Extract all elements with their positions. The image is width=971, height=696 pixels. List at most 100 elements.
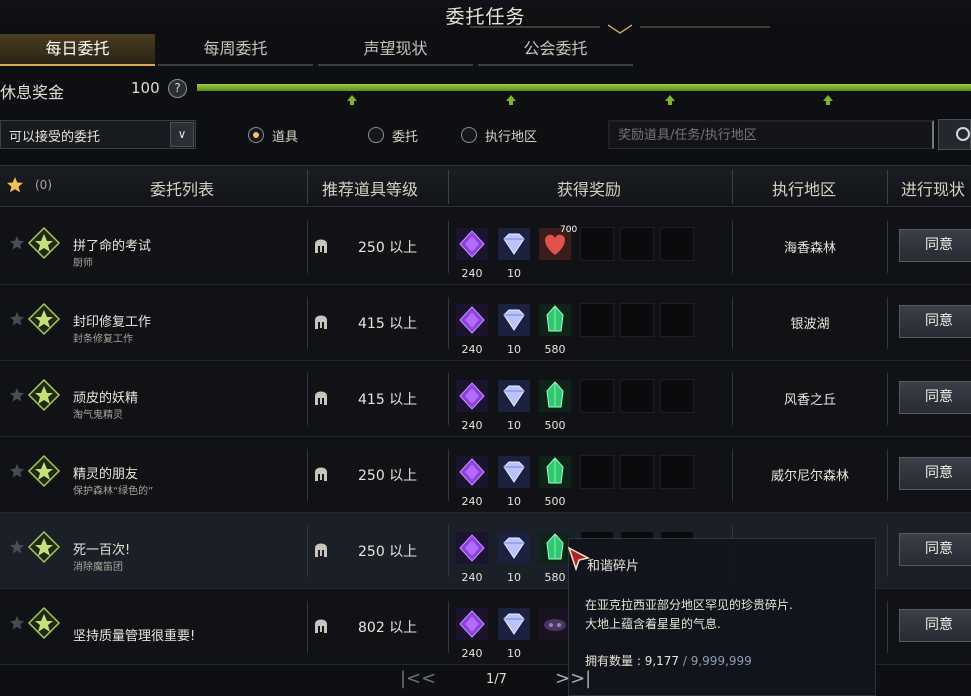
accept-button[interactable]: 同意 (899, 305, 971, 338)
reward-count: 500 (544, 495, 566, 508)
up-arrow-icon (347, 95, 357, 105)
quest-emblem-icon (27, 606, 61, 640)
radio-dot[interactable] (368, 127, 384, 143)
quest-emblem-icon (27, 378, 61, 412)
table-row[interactable]: 拼了命的考试 厨师 250 以上 240 10 700 海香森林 同意 (0, 209, 971, 285)
purple-gem-icon[interactable] (455, 455, 489, 489)
tab-weekly[interactable]: 每周委托 (158, 34, 313, 66)
empty-reward-slot (660, 227, 694, 261)
radio-label: 委托 (392, 130, 419, 145)
first-page-button[interactable]: |<< (400, 668, 436, 689)
radio-dot[interactable] (248, 127, 264, 143)
table-row[interactable]: 顽皮的妖精 淘气鬼精灵 415 以上 240 10 500 风香之丘 同意 (0, 361, 971, 437)
row-divider (732, 221, 733, 273)
reward-count: 10 (507, 343, 521, 356)
purple-gem-icon[interactable] (455, 379, 489, 413)
table-row[interactable]: 封印修复工作 封条修复工作 415 以上 240 10 580 银波湖 同意 (0, 285, 971, 361)
up-arrow-icon (665, 95, 675, 105)
rest-bonus-value: 100 (131, 79, 160, 97)
region-name: 银波湖 (790, 317, 830, 332)
favorite-star-icon[interactable] (9, 311, 25, 327)
reward-count: 240 (461, 495, 483, 508)
diamond-icon[interactable] (497, 227, 531, 261)
favorite-star-icon[interactable] (9, 539, 25, 555)
region-name: 海香森林 (783, 241, 836, 256)
accept-button[interactable]: 同意 (899, 381, 971, 414)
purple-gem-icon[interactable] (455, 303, 489, 337)
diamond-icon[interactable] (497, 531, 531, 565)
table-row[interactable]: 精灵的朋友 保护森林“绿色的” 250 以上 240 10 500 威尔尼尔森林 同意 (0, 437, 971, 513)
tab-guild[interactable]: 公会委托 (478, 34, 633, 66)
diamond-icon[interactable] (497, 607, 531, 641)
diamond-icon[interactable] (497, 455, 531, 489)
reward-count: 240 (461, 267, 483, 280)
empty-reward-slot (620, 227, 654, 261)
quest-subtitle: 保护森林“绿色的” (73, 486, 154, 497)
tab-reputation[interactable]: 声望现状 (318, 34, 473, 66)
crystal-icon[interactable] (538, 303, 572, 337)
tab-daily[interactable]: 每日委托 (0, 34, 155, 66)
diamond-icon[interactable] (497, 379, 531, 413)
rest-bonus-track (197, 84, 971, 91)
purple-gem-icon[interactable] (455, 531, 489, 565)
recommended-level: 415 以上 (358, 392, 418, 408)
empty-reward-slot (580, 455, 614, 489)
favorite-star-icon[interactable] (9, 387, 25, 403)
reward-badge: 700 (560, 225, 578, 235)
reward-count: 240 (461, 647, 483, 660)
helmet-icon (313, 463, 329, 483)
quest-filter-dropdown[interactable]: 可以接受的委托 ∨ (0, 120, 196, 149)
quest-title: 封印修复工作 (73, 315, 152, 330)
reward-count: 580 (544, 343, 566, 356)
crystal-icon[interactable] (538, 379, 572, 413)
next-page-button[interactable]: >>| (555, 668, 591, 689)
radio-dot[interactable] (461, 127, 477, 143)
row-divider (448, 449, 449, 501)
quest-emblem-icon (27, 530, 61, 564)
favorite-star-icon[interactable] (9, 235, 25, 251)
filter-bar: 可以接受的委托 ∨ 道具 委托 执行地区 (0, 118, 971, 150)
quest-emblem-icon (27, 454, 61, 488)
row-divider (887, 601, 888, 653)
header-divider (448, 170, 449, 204)
favorite-star-icon[interactable] (9, 615, 25, 631)
tooltip-description: 在亚克拉西亚部分地区罕见的珍贵碎片. (585, 598, 793, 612)
chevron-down-icon[interactable]: ∨ (170, 122, 194, 147)
accept-button[interactable]: 同意 (899, 229, 971, 262)
diamond-icon[interactable] (497, 303, 531, 337)
accept-button[interactable]: 同意 (899, 457, 971, 490)
crystal-icon[interactable] (538, 455, 572, 489)
star-icon[interactable] (6, 176, 24, 194)
heart-item-icon[interactable]: 700 (538, 225, 577, 261)
empty-reward-slot (580, 379, 614, 413)
purple-gem-icon[interactable] (455, 607, 489, 641)
row-divider (307, 601, 308, 653)
dropdown-value: 可以接受的委托 (9, 130, 101, 145)
quest-title: 精灵的朋友 (73, 467, 139, 482)
reward-count: 240 (461, 343, 483, 356)
row-divider (732, 449, 733, 501)
quest-title: 死一百次! (73, 543, 131, 558)
quest-emblem-icon (27, 226, 61, 260)
title-ornament-icon (470, 24, 770, 34)
helmet-icon (313, 615, 329, 635)
search-button[interactable] (938, 119, 971, 150)
help-icon[interactable]: ? (168, 79, 187, 98)
quest-title: 坚持质量管理很重要! (73, 629, 196, 644)
purple-gem-icon[interactable] (455, 227, 489, 261)
accept-button[interactable]: 同意 (899, 533, 971, 566)
search-input[interactable] (608, 120, 934, 149)
empty-reward-slot (580, 227, 614, 261)
empty-reward-slot (580, 303, 614, 337)
quest-subtitle: 消除魔笛团 (73, 562, 123, 573)
empty-reward-slot (660, 455, 694, 489)
radio-label: 执行地区 (485, 130, 538, 145)
favorite-star-icon[interactable] (9, 463, 25, 479)
tooltip-title: 和谐碎片 (587, 559, 640, 574)
accept-button[interactable]: 同意 (899, 609, 971, 642)
row-divider (887, 221, 888, 273)
row-divider (732, 373, 733, 425)
dark-item-icon[interactable] (538, 607, 572, 641)
header-rewards: 获得奖励 (557, 180, 622, 199)
empty-reward-slot (620, 455, 654, 489)
